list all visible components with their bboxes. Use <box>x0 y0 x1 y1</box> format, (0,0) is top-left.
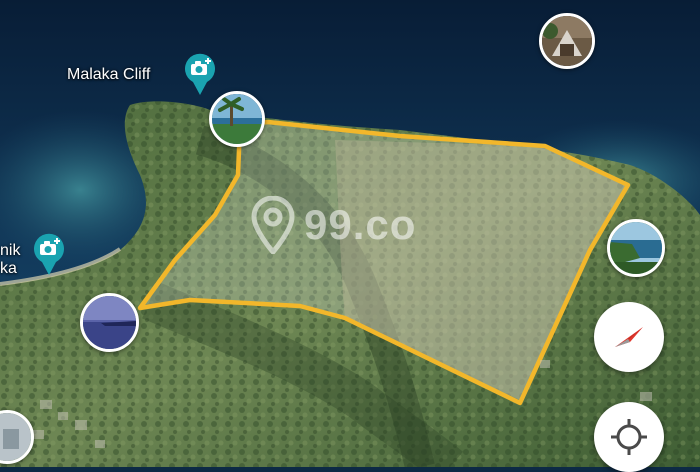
place-label-partial-line1[interactable]: nik <box>0 242 20 260</box>
place-label-malaka-cliff[interactable]: Malaka Cliff <box>67 66 150 84</box>
map-marker-watermark-icon <box>251 196 295 254</box>
photo-thumbnail-north[interactable] <box>539 13 595 69</box>
compass-button[interactable] <box>594 302 664 372</box>
watermark: 99.co <box>250 196 416 254</box>
place-label-partial-line2[interactable]: ka <box>0 260 17 278</box>
camera-pin-icon[interactable] <box>32 232 66 276</box>
photo-thumbnail-palm-cliff[interactable] <box>209 91 265 147</box>
watermark-text: 99.co <box>304 201 417 248</box>
crosshair-icon <box>611 419 647 455</box>
camera-pin-icon[interactable] <box>183 52 217 96</box>
my-location-button[interactable] <box>594 402 664 472</box>
photo-thumbnail-east-bay[interactable] <box>607 219 665 277</box>
photo-thumbnail-sunset-sea[interactable] <box>80 293 139 352</box>
compass-icon <box>615 327 643 347</box>
